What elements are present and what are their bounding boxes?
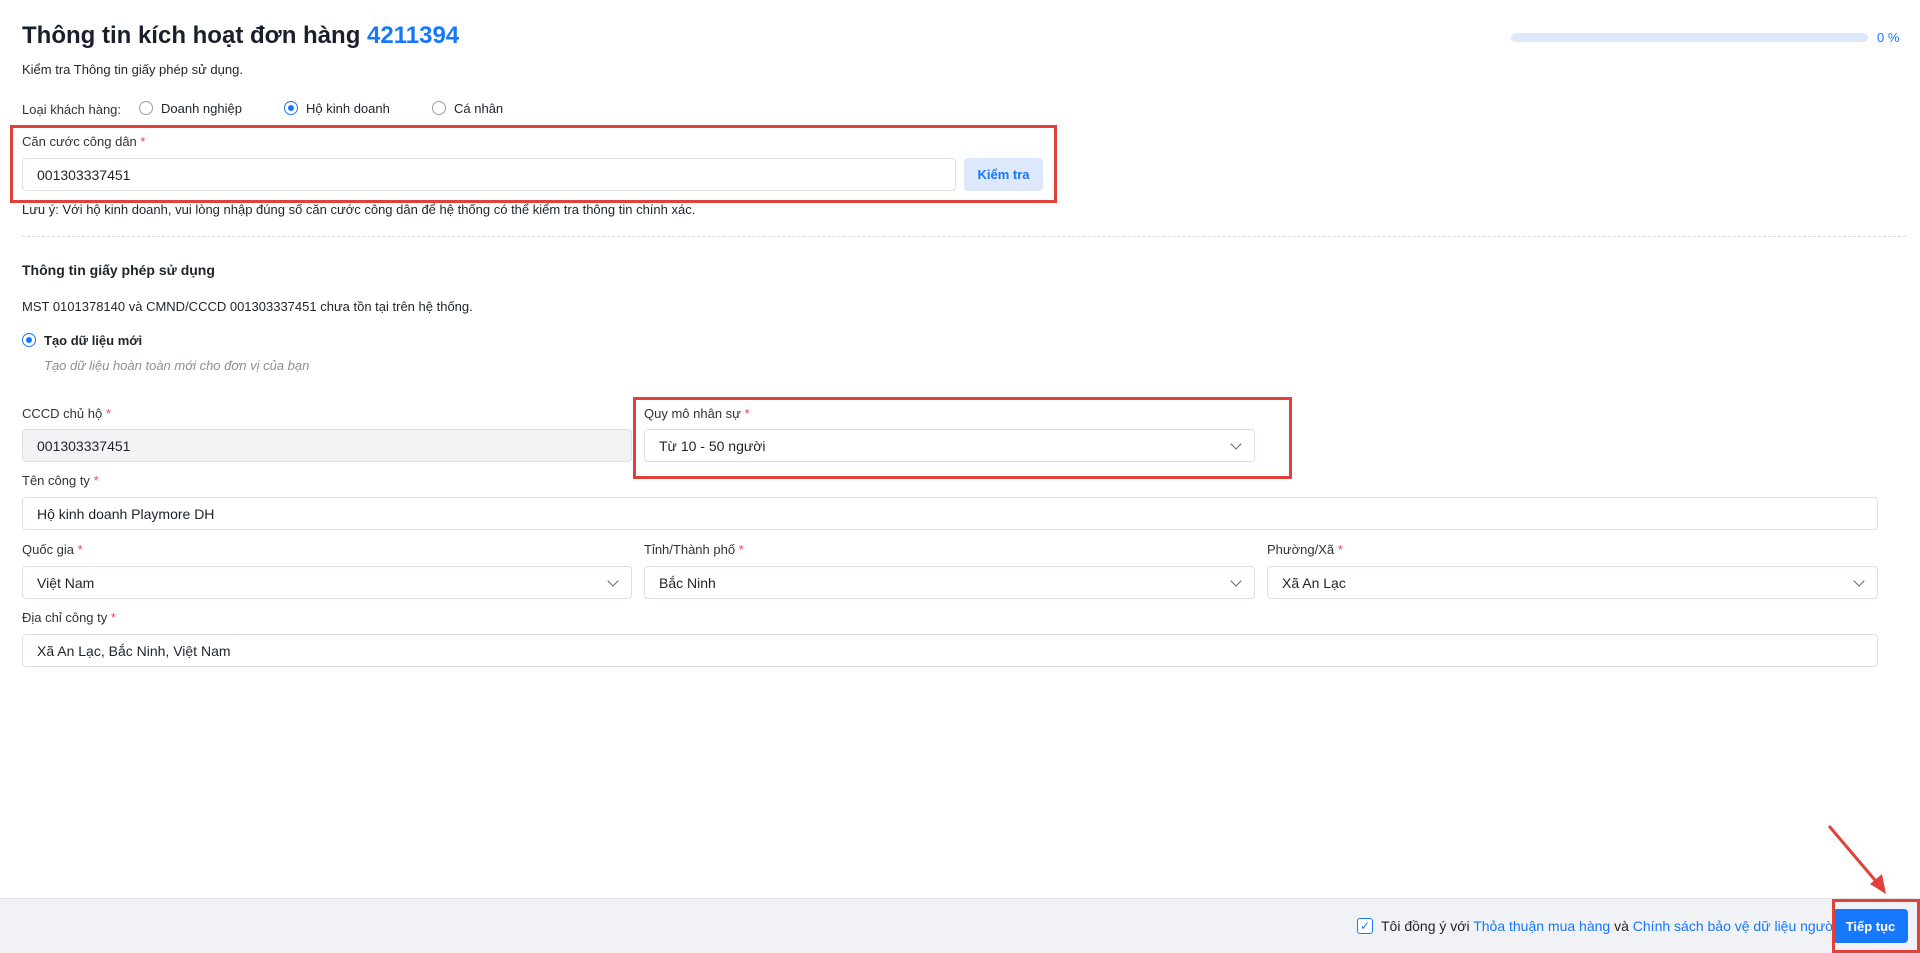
title-text: Thông tin kích hoạt đơn hàng	[22, 22, 361, 49]
company-input[interactable]: Hộ kinh doanh Playmore DH	[22, 497, 1878, 530]
radio-selected-icon	[22, 333, 36, 347]
address-input[interactable]: Xã An Lạc, Bắc Ninh, Việt Nam	[22, 634, 1878, 667]
progress-label: 0 %	[1877, 30, 1900, 45]
radio-icon	[432, 101, 446, 115]
select-value: Bắc Ninh	[659, 574, 716, 591]
customer-type-label: Loại khách hàng:	[22, 102, 122, 117]
radio-label: Tạo dữ liệu mới	[44, 333, 143, 348]
annotation-arrow-icon	[1827, 825, 1886, 894]
radio-label: Cá nhân	[454, 101, 504, 116]
agree-checkbox[interactable]: ✓	[1357, 918, 1373, 934]
radio-doanh-nghiep[interactable]: Doanh nghiệp	[139, 101, 242, 116]
highlight-box	[1832, 899, 1920, 953]
radio-selected-icon	[284, 101, 298, 115]
section-title: Thông tin giấy phép sử dụng	[22, 262, 215, 278]
country-select[interactable]: Việt Nam	[22, 566, 632, 599]
page-subtitle: Kiểm tra Thông tin giấy phép sử dụng.	[22, 62, 243, 77]
radio-icon	[139, 101, 153, 115]
select-value: Từ 10 - 50 người	[659, 437, 766, 454]
agree-text: Tôi đồng ý với Thỏa thuận mua hàng và Ch…	[1381, 918, 1873, 934]
divider	[22, 236, 1906, 237]
ward-select[interactable]: Xã An Lạc	[1267, 566, 1878, 599]
radio-ho-kinh-doanh[interactable]: Hộ kinh doanh	[284, 101, 390, 116]
license-status: MST 0101378140 và CMND/CCCD 001303337451…	[22, 299, 473, 314]
check-icon: ✓	[1359, 919, 1371, 933]
cccd-input[interactable]: 001303337451	[22, 429, 632, 462]
cccd-label: CCCD chủ hộ *	[22, 406, 111, 421]
radio-label: Doanh nghiệp	[161, 101, 242, 116]
id-note: Lưu ý: Với hộ kinh doanh, vui lòng nhập …	[22, 202, 696, 217]
address-label: Địa chỉ công ty *	[22, 610, 116, 625]
id-input[interactable]: 001303337451	[22, 158, 956, 191]
company-label: Tên công ty *	[22, 473, 99, 488]
page-title: Thông tin kích hoạt đơn hàng 4211394	[22, 22, 459, 50]
province-label: Tỉnh/Thành phố *	[644, 542, 744, 557]
order-number: 4211394	[367, 22, 460, 49]
province-select[interactable]: Bắc Ninh	[644, 566, 1255, 599]
chevron-down-icon	[1853, 574, 1865, 587]
id-label: Căn cước công dân *	[22, 134, 146, 149]
radio-label: Hộ kinh doanh	[306, 101, 390, 116]
check-button[interactable]: Kiểm tra	[964, 158, 1043, 191]
chevron-down-icon	[607, 574, 619, 587]
chevron-down-icon	[1230, 437, 1242, 450]
staff-label: Quy mô nhân sự *	[644, 406, 750, 421]
select-value: Việt Nam	[37, 574, 95, 591]
progress-bar	[1511, 33, 1868, 42]
staff-select[interactable]: Từ 10 - 50 người	[644, 429, 1255, 462]
chevron-down-icon	[1230, 574, 1242, 587]
radio-create-new[interactable]: Tạo dữ liệu mới	[22, 333, 142, 348]
select-value: Xã An Lạc	[1282, 574, 1346, 591]
option-description: Tạo dữ liệu hoàn toàn mới cho đơn vị của…	[44, 358, 310, 373]
ward-label: Phường/Xã *	[1267, 542, 1343, 557]
radio-ca-nhan[interactable]: Cá nhân	[432, 101, 503, 116]
purchase-agreement-link[interactable]: Thỏa thuận mua hàng	[1473, 918, 1610, 934]
country-label: Quốc gia *	[22, 542, 83, 557]
